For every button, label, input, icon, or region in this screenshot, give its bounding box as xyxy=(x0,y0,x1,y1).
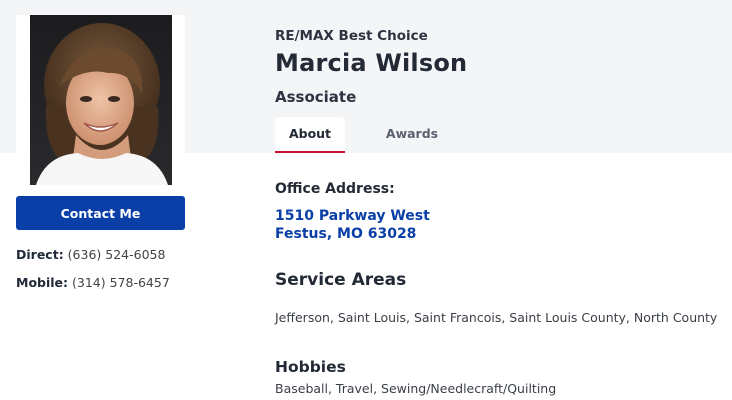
tab-awards[interactable]: Awards xyxy=(375,117,449,153)
agent-title: Associate xyxy=(275,88,357,106)
service-areas-heading: Service Areas xyxy=(275,270,407,290)
agent-name: Marcia Wilson xyxy=(275,49,468,77)
hobbies-text: Baseball, Travel, Sewing/Needlecraft/Qui… xyxy=(275,381,557,396)
brokerage-name: RE/MAX Best Choice xyxy=(275,28,428,44)
direct-phone-label: Direct: xyxy=(16,247,64,262)
mobile-phone-label: Mobile: xyxy=(16,275,69,290)
office-address-line1[interactable]: 1510 Parkway West xyxy=(275,208,430,224)
mobile-phone: Mobile: (314) 578-6457 xyxy=(16,275,170,290)
contact-me-button[interactable]: Contact Me xyxy=(16,196,185,230)
mobile-phone-number[interactable]: (314) 578-6457 xyxy=(72,275,170,290)
office-address-line2[interactable]: Festus, MO 63028 xyxy=(275,226,416,242)
hobbies-heading: Hobbies xyxy=(275,358,346,376)
agent-photo xyxy=(16,15,185,185)
direct-phone: Direct: (636) 524-6058 xyxy=(16,247,165,262)
direct-phone-number[interactable]: (636) 524-6058 xyxy=(68,247,166,262)
office-address-label: Office Address: xyxy=(275,181,395,197)
service-areas-text: Jefferson, Saint Louis, Saint Francois, … xyxy=(275,310,718,325)
tab-about[interactable]: About xyxy=(275,117,345,153)
